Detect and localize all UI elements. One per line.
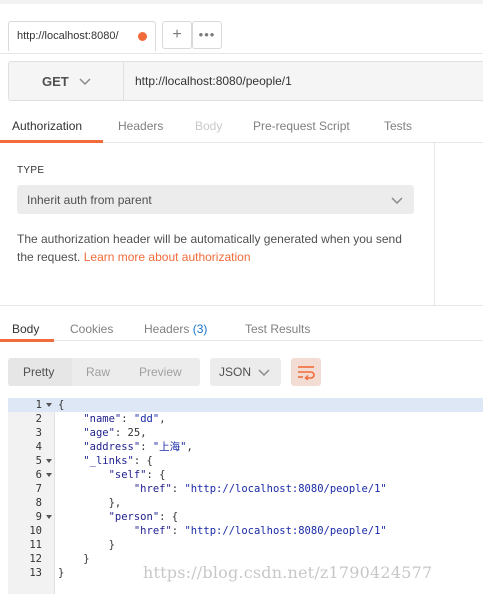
headers-count-badge: (3) <box>192 322 208 336</box>
wrap-lines-button[interactable] <box>291 358 321 386</box>
chevron-down-icon <box>391 197 403 205</box>
code-text: "person": { <box>108 511 179 523</box>
code-text: "age": 25, <box>83 427 147 439</box>
auth-type-label: TYPE <box>17 165 45 176</box>
tab-options-button[interactable]: ••• <box>192 21 222 49</box>
code-line: 7 "href": "http://localhost:8080/people/… <box>8 482 483 496</box>
url-bar: GET http://localhost:8080/people/1 <box>8 61 483 101</box>
code-text: "self": { <box>108 469 166 481</box>
active-tab-indicator <box>0 339 54 342</box>
new-tab-button[interactable]: + <box>162 21 192 49</box>
view-raw-button[interactable]: Raw <box>86 365 110 379</box>
tab-test-results[interactable]: Test Results <box>245 322 310 336</box>
auth-type-value: Inherit auth from parent <box>27 193 152 207</box>
fold-arrow-icon[interactable] <box>46 515 52 519</box>
authorization-panel: TYPE Inherit auth from parent The author… <box>0 143 435 305</box>
line-number: 8 <box>35 497 42 509</box>
code-line: 11 } <box>8 538 483 552</box>
auth-description: The authorization header will be automat… <box>17 230 417 266</box>
view-pretty-button[interactable]: Pretty <box>23 365 54 379</box>
code-line: 8 }, <box>8 496 483 510</box>
line-number: 12 <box>29 553 42 565</box>
code-text: "href": "http://localhost:8080/people/1" <box>133 483 387 495</box>
line-number: 13 <box>29 567 42 579</box>
line-number: 4 <box>35 441 42 453</box>
request-tabs: Authorization Headers Body Pre-request S… <box>0 110 483 143</box>
tab-tests[interactable]: Tests <box>384 119 412 133</box>
line-number: 7 <box>35 483 42 495</box>
view-preview-button[interactable]: Preview <box>139 365 182 379</box>
code-text: "href": "http://localhost:8080/people/1" <box>133 525 387 537</box>
fold-arrow-icon[interactable] <box>46 403 52 407</box>
tab-strip: http://localhost:8080/ + ••• <box>0 0 483 54</box>
unsaved-dot-icon <box>138 32 147 41</box>
wrap-lines-icon <box>298 366 315 380</box>
code-text: } <box>58 567 65 579</box>
code-line: 1{ <box>8 398 483 412</box>
code-text: } <box>58 539 115 551</box>
line-number: 11 <box>29 539 42 551</box>
response-tabs: Body Cookies Headers (3) Test Results <box>0 305 483 342</box>
code-text: { <box>58 399 65 411</box>
request-tab-label: http://localhost:8080/ <box>17 30 119 42</box>
code-line: 9 "person": { <box>8 510 483 524</box>
code-text: "address": "上海", <box>83 441 193 453</box>
request-tab[interactable]: http://localhost:8080/ <box>8 21 156 51</box>
view-mode-segmented: Pretty Raw Preview <box>8 358 200 386</box>
line-number: 5 <box>35 455 42 467</box>
tab-authorization[interactable]: Authorization <box>12 119 82 133</box>
tab-body[interactable]: Body <box>195 119 222 133</box>
auth-type-select[interactable]: Inherit auth from parent <box>17 185 414 214</box>
code-line: 4 "address": "上海", <box>8 440 483 454</box>
line-number: 6 <box>35 469 42 481</box>
fold-arrow-icon[interactable] <box>46 459 52 463</box>
tab-cookies[interactable]: Cookies <box>70 322 113 336</box>
method-label: GET <box>42 74 69 89</box>
watermark: https://blog.csdn.net/z1790424577 <box>143 563 433 582</box>
code-text: "_links": { <box>83 455 153 467</box>
line-number: 1 <box>35 399 42 411</box>
format-select[interactable]: JSON <box>210 358 281 386</box>
method-select[interactable]: GET <box>9 62 124 100</box>
tab-response-body[interactable]: Body <box>12 322 39 336</box>
line-number: 9 <box>35 511 42 523</box>
tab-pre-request-script[interactable]: Pre-request Script <box>253 119 350 133</box>
line-number: 3 <box>35 427 42 439</box>
tab-headers[interactable]: Headers <box>118 119 163 133</box>
tab-response-headers[interactable]: Headers (3) <box>144 322 207 336</box>
format-label: JSON <box>219 365 252 379</box>
code-line: 6 "self": { <box>8 468 483 482</box>
code-line: 2 "name": "dd", <box>8 412 483 426</box>
code-text: }, <box>58 497 122 509</box>
chevron-down-icon <box>79 78 91 86</box>
line-number: 2 <box>35 413 42 425</box>
response-headers-label: Headers <box>144 322 190 336</box>
code-line: 3 "age": 25, <box>8 426 483 440</box>
fold-arrow-icon[interactable] <box>46 473 52 477</box>
chevron-down-icon <box>258 369 270 377</box>
line-number: 10 <box>29 525 42 537</box>
url-input[interactable]: http://localhost:8080/people/1 <box>135 74 292 88</box>
code-line: 10 "href": "http://localhost:8080/people… <box>8 524 483 538</box>
code-text: "name": "dd", <box>83 413 166 425</box>
code-text: } <box>58 553 90 565</box>
code-line: 5 "_links": { <box>8 454 483 468</box>
tab-strip-border <box>0 0 483 4</box>
learn-more-link[interactable]: Learn more about authorization <box>84 250 251 264</box>
